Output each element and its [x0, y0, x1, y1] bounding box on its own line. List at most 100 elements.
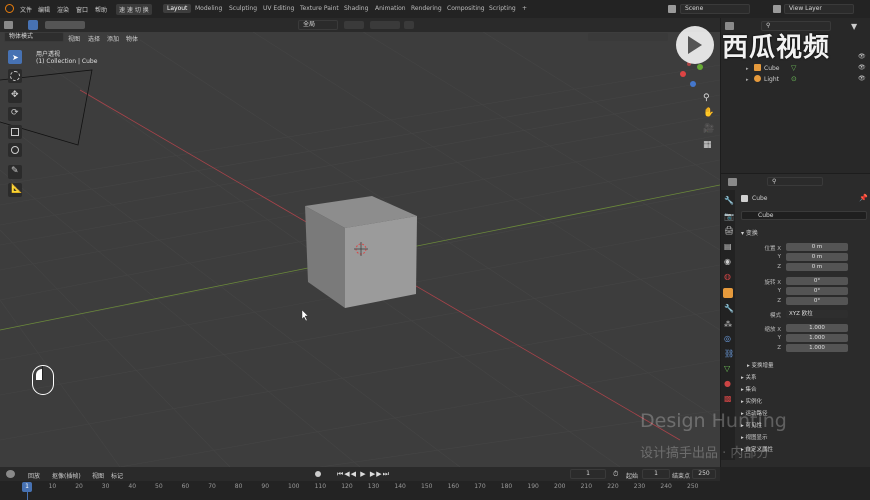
transform-orientation-selector[interactable]: 全局 [298, 20, 338, 30]
location-y-field[interactable]: 0 m [786, 253, 848, 261]
tab-animation[interactable]: Animation [375, 5, 406, 12]
menu-view[interactable]: 视图 [92, 471, 104, 480]
clock-icon[interactable]: ⏱ [613, 470, 618, 479]
disclosure-triangle-icon[interactable]: ▸ [746, 66, 749, 72]
tab-layout[interactable]: Layout [163, 4, 192, 13]
tab-scripting[interactable]: Scripting [489, 5, 516, 12]
tab-uv-editing[interactable]: UV Editing [263, 5, 294, 12]
blender-logo-icon[interactable] [5, 4, 14, 13]
outliner-item-light[interactable]: Light [764, 76, 779, 83]
view-layer-tab-icon[interactable]: ▤ [724, 242, 732, 251]
menu-marker[interactable]: 标记 [111, 471, 123, 480]
playhead[interactable]: 1 [22, 482, 32, 492]
material-tab-icon[interactable]: ● [724, 379, 731, 388]
cursor-tool-button[interactable] [8, 69, 22, 83]
camera-view-icon[interactable]: 🎥 [703, 124, 714, 134]
view-layer-selector[interactable]: View Layer [784, 4, 854, 14]
move-tool-button[interactable]: ✥ [8, 89, 22, 103]
select-tool-button[interactable]: ➤ [8, 50, 22, 64]
pin-icon[interactable]: 📌 [859, 194, 868, 202]
pivot-icon[interactable] [344, 21, 364, 29]
select-mode-icons[interactable] [45, 21, 85, 29]
properties-editor-icon[interactable] [728, 178, 737, 186]
rotation-y-field[interactable]: 0° [786, 287, 848, 295]
menu-playback[interactable]: 回放 [28, 471, 40, 480]
instancing-section[interactable]: ▸ 实例化 [741, 397, 762, 405]
menu-render[interactable]: 渲染 [57, 5, 69, 14]
transform-tool-button[interactable] [8, 143, 22, 157]
rotation-mode-selector[interactable]: XYZ 欧拉 [786, 310, 848, 318]
viewport-display-section[interactable]: ▸ 视图显示 [741, 433, 768, 441]
annotate-tool-button[interactable]: ✎ [8, 165, 22, 179]
object-tab-icon[interactable] [723, 288, 733, 298]
disclosure-triangle-icon[interactable]: ▸ [746, 77, 749, 83]
delta-transform-section[interactable]: ▸ 变换增量 [747, 361, 774, 369]
zoom-icon[interactable]: ⚲ [703, 93, 710, 103]
tab-sculpting[interactable]: Sculpting [229, 5, 257, 12]
object-name-field[interactable]: Cube [741, 211, 867, 220]
timeline-editor-icon[interactable] [6, 470, 15, 478]
current-frame-field[interactable]: 1 [570, 469, 606, 479]
scale-x-field[interactable]: 1.000 [786, 324, 848, 332]
render-tab-icon[interactable]: 📷 [724, 212, 734, 221]
menu-select[interactable]: 选择 [88, 34, 100, 43]
particles-tab-icon[interactable]: ⁂ [724, 320, 732, 329]
playback-controls-icons[interactable]: ⏮◀◀ ▶ ▶▶⏭ [337, 470, 390, 479]
visibility-eye-icon[interactable]: 👁 [858, 75, 866, 82]
collections-section[interactable]: ▸ 集合 [741, 385, 757, 393]
properties-search-input[interactable]: ⚲ [767, 177, 823, 186]
menu-add[interactable]: 添加 [107, 34, 119, 43]
menu-keying[interactable]: 抠像(插帧) [52, 471, 81, 480]
visibility-eye-icon[interactable]: 👁 [858, 64, 866, 71]
modifier-tab-icon[interactable]: 🔧 [724, 304, 734, 313]
rotate-tool-button[interactable]: ⟳ [8, 107, 22, 121]
data-tab-icon[interactable]: ▽ [724, 364, 730, 373]
menu-object[interactable]: 物体 [126, 34, 138, 43]
mode-selector[interactable]: 物体模式 [4, 32, 64, 42]
location-x-field[interactable]: 0 m [786, 243, 848, 251]
tab-shading[interactable]: Shading [344, 5, 368, 12]
editor-type-icon[interactable] [4, 21, 13, 29]
location-z-field[interactable]: 0 m [786, 263, 848, 271]
scale-y-field[interactable]: 1.000 [786, 334, 848, 342]
menu-edit[interactable]: 编辑 [38, 5, 50, 14]
output-tab-icon[interactable]: 🖨 [724, 226, 734, 235]
measure-tool-button[interactable]: 📐 [8, 183, 22, 197]
scene-tab-icon[interactable]: ◉ [724, 257, 731, 266]
menu-window[interactable]: 窗口 [76, 5, 88, 14]
visibility-eye-icon[interactable]: 👁 [858, 53, 866, 60]
snap-icon[interactable] [370, 21, 400, 29]
light-data-icon[interactable]: ⊙ [791, 75, 797, 83]
physics-tab-icon[interactable]: ◎ [724, 334, 731, 343]
ortho-grid-icon[interactable]: ▦ [703, 140, 712, 150]
add-workspace-button[interactable]: + [522, 5, 527, 12]
texture-tab-icon[interactable]: ▩ [724, 394, 732, 403]
tab-rendering[interactable]: Rendering [411, 5, 442, 12]
relations-section[interactable]: ▸ 关系 [741, 373, 757, 381]
tab-texture-paint[interactable]: Texture Paint [300, 5, 339, 12]
outliner-item-cube[interactable]: Cube [764, 65, 780, 72]
proportional-edit-icon[interactable] [404, 21, 414, 29]
rotation-x-field[interactable]: 0° [786, 277, 848, 285]
scene-selector[interactable]: Scene [680, 4, 750, 14]
viewport-overlay-icons[interactable] [588, 33, 668, 41]
tab-modeling[interactable]: Modeling [195, 5, 222, 12]
tool-tab-icon[interactable]: 🔧 [724, 196, 734, 205]
pan-hand-icon[interactable]: ✋ [703, 108, 714, 118]
select-box-icon[interactable] [28, 20, 38, 30]
menu-file[interactable]: 文件 [20, 5, 32, 14]
rotation-z-field[interactable]: 0° [786, 297, 848, 305]
menu-help[interactable]: 帮助 [95, 5, 107, 14]
transform-section-header[interactable]: ▾ 变换 [741, 228, 758, 237]
mesh-data-icon[interactable]: ▽ [791, 64, 796, 72]
3d-viewport[interactable]: 用户透视 (1) Collection | Cube ➤ ✥ ⟳ ✎ 📐 ⚲ ✋… [0, 18, 720, 467]
start-frame-field[interactable]: 1 [642, 469, 670, 479]
menu-view[interactable]: 视图 [68, 34, 80, 43]
end-frame-field[interactable]: 250 [692, 469, 716, 479]
filter-icon[interactable]: ▼ [851, 22, 857, 31]
world-tab-icon[interactable]: ◍ [724, 272, 731, 281]
record-icon[interactable] [315, 471, 321, 477]
scale-tool-button[interactable] [8, 125, 22, 139]
scale-z-field[interactable]: 1.000 [786, 344, 848, 352]
tab-compositing[interactable]: Compositing [447, 5, 485, 12]
